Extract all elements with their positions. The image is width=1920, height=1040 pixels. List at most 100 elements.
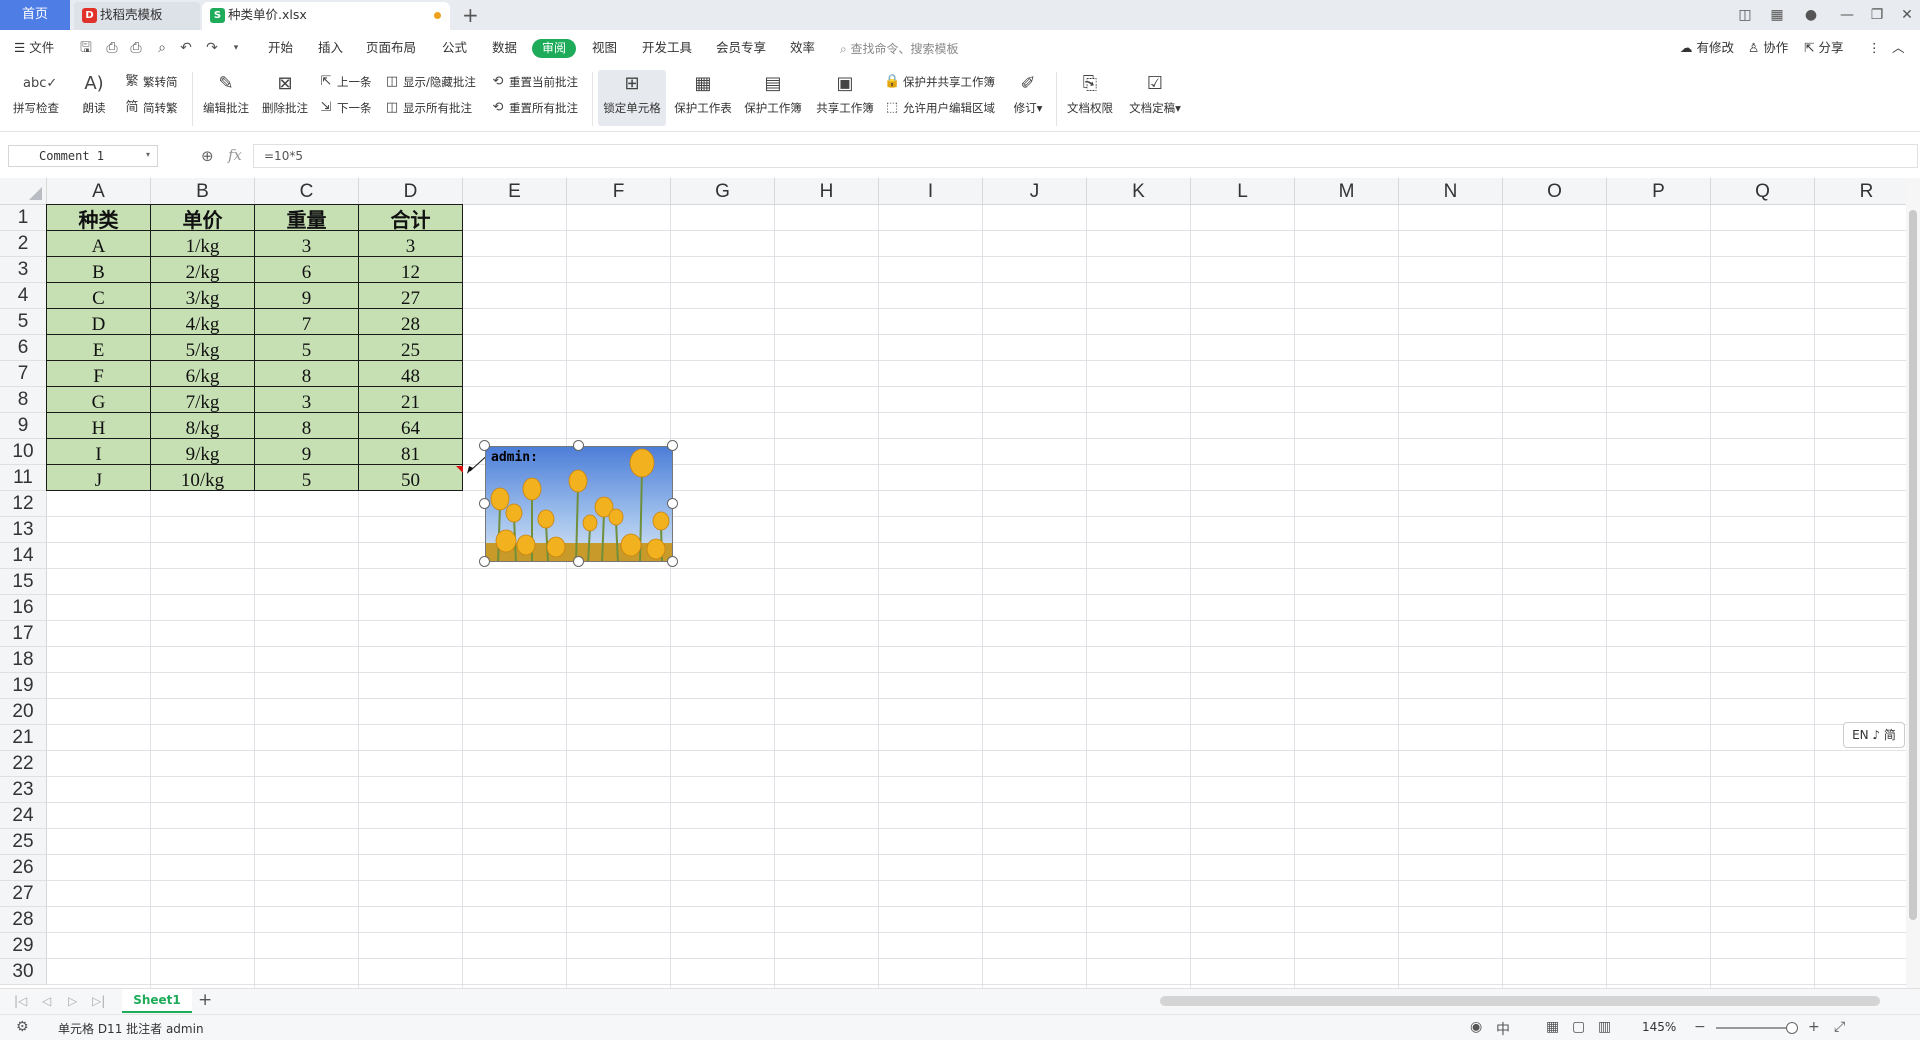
row-header-10[interactable]: 10 (0, 439, 47, 465)
row-header-30[interactable]: 30 (0, 959, 47, 985)
edit-comment-button[interactable]: ✎ 编辑批注 (200, 70, 252, 126)
table-cell[interactable]: G (47, 387, 151, 413)
menu-data[interactable]: 数据 (492, 39, 517, 57)
table-cell[interactable]: 2/kg (151, 257, 255, 283)
table-cell[interactable]: 4/kg (151, 309, 255, 335)
table-cell[interactable]: 8/kg (151, 413, 255, 439)
table-cell[interactable]: 12 (359, 257, 463, 283)
column-header-m[interactable]: M (1295, 178, 1399, 205)
resize-handle[interactable] (479, 440, 490, 451)
table-cell[interactable]: 27 (359, 283, 463, 309)
menu-insert[interactable]: 插入 (318, 39, 343, 57)
column-header-o[interactable]: O (1503, 178, 1607, 205)
table-cell[interactable]: J (47, 465, 151, 491)
eye-protection-icon[interactable]: ◉ (1470, 1019, 1482, 1035)
row-header-6[interactable]: 6 (0, 335, 47, 361)
print-icon[interactable]: ⎙ (128, 40, 144, 56)
row-header-1[interactable]: 1 (0, 205, 47, 231)
track-changes-button[interactable]: ✐ 修订▾ (1008, 70, 1048, 126)
protect-workbook-button[interactable]: ▤ 保护工作簿 (740, 70, 806, 126)
name-box[interactable]: Comment 1 (8, 145, 158, 167)
table-cell[interactable]: 28 (359, 309, 463, 335)
table-cell[interactable]: B (47, 257, 151, 283)
zoom-in-icon[interactable]: + (1808, 1019, 1820, 1035)
table-cell[interactable]: 9/kg (151, 439, 255, 465)
zoom-level[interactable]: 145% (1642, 1020, 1676, 1034)
row-header-16[interactable]: 16 (0, 595, 47, 621)
layout-icon[interactable]: ◫ (1734, 5, 1756, 25)
row-header-21[interactable]: 21 (0, 725, 47, 751)
share-workbook-button[interactable]: ▣ 共享工作簿 (812, 70, 878, 126)
add-sheet-button[interactable]: + (198, 990, 212, 1010)
table-cell[interactable]: 48 (359, 361, 463, 387)
trad-to-simp-button[interactable]: 繁繁转简 (124, 72, 177, 92)
menu-developer[interactable]: 开发工具 (642, 39, 692, 57)
prev-sheet-icon[interactable]: ◁ (42, 994, 51, 1008)
collaborate-button[interactable]: ♙ 协作 (1748, 39, 1788, 57)
row-header-7[interactable]: 7 (0, 361, 47, 387)
resize-handle[interactable] (479, 556, 490, 567)
quick-access-dropdown-icon[interactable]: ▾ (228, 40, 244, 56)
show-all-comments-button[interactable]: ◫ 显示所有批注 (384, 98, 472, 118)
table-cell[interactable]: A (47, 231, 151, 257)
export-pdf-icon[interactable]: ⎙ (104, 40, 120, 56)
delete-comment-button[interactable]: ⊠ 删除批注 (259, 70, 311, 126)
table-cell[interactable]: 64 (359, 413, 463, 439)
zoom-slider[interactable] (1716, 1027, 1792, 1029)
row-header-17[interactable]: 17 (0, 621, 47, 647)
menu-member[interactable]: 会员专享 (716, 39, 766, 57)
share-button[interactable]: ⇱ 分享 (1804, 39, 1843, 57)
tab-home[interactable]: 首页 (0, 0, 70, 30)
row-header-18[interactable]: 18 (0, 647, 47, 673)
column-header-i[interactable]: I (879, 178, 983, 205)
table-header-cell[interactable]: 单价 (151, 205, 255, 231)
column-header-a[interactable]: A (47, 178, 151, 205)
table-cell[interactable]: H (47, 413, 151, 439)
table-cell[interactable]: 5/kg (151, 335, 255, 361)
row-header-20[interactable]: 20 (0, 699, 47, 725)
name-box-dropdown-icon[interactable]: ▾ (146, 150, 150, 159)
row-header-24[interactable]: 24 (0, 803, 47, 829)
resize-handle[interactable] (479, 498, 490, 509)
table-cell[interactable]: 6/kg (151, 361, 255, 387)
column-header-b[interactable]: B (151, 178, 255, 205)
table-cell[interactable]: 7 (255, 309, 359, 335)
page-break-view-icon[interactable]: ▥ (1598, 1019, 1611, 1035)
table-cell[interactable]: 9 (255, 439, 359, 465)
resize-handle[interactable] (667, 556, 678, 567)
table-cell[interactable]: 50 (359, 465, 463, 491)
column-header-n[interactable]: N (1399, 178, 1503, 205)
next-comment-button[interactable]: ⇲ 下一条 (318, 98, 372, 118)
table-header-cell[interactable]: 合计 (359, 205, 463, 231)
column-header-f[interactable]: F (567, 178, 671, 205)
row-header-11[interactable]: 11 (0, 465, 47, 491)
row-header-12[interactable]: 12 (0, 491, 47, 517)
normal-view-icon[interactable]: ▦ (1546, 1019, 1559, 1035)
restore-icon[interactable]: ❐ (1866, 5, 1888, 25)
table-cell[interactable]: 81 (359, 439, 463, 465)
row-header-26[interactable]: 26 (0, 855, 47, 881)
table-cell[interactable]: 5 (255, 335, 359, 361)
zoom-slider-knob[interactable] (1786, 1022, 1798, 1034)
table-cell[interactable]: 8 (255, 361, 359, 387)
row-header-25[interactable]: 25 (0, 829, 47, 855)
avatar[interactable]: ● (1800, 5, 1822, 25)
spell-check-button[interactable]: abc✓ 拼写检查 (10, 70, 62, 126)
table-cell[interactable]: 6 (255, 257, 359, 283)
row-header-27[interactable]: 27 (0, 881, 47, 907)
row-header-23[interactable]: 23 (0, 777, 47, 803)
macro-icon[interactable]: ⚙ (16, 1019, 29, 1035)
new-tab-button[interactable]: + (462, 3, 479, 27)
table-cell[interactable]: D (47, 309, 151, 335)
next-sheet-icon[interactable]: ▷ (68, 994, 77, 1008)
undo-icon[interactable]: ↶ (178, 40, 194, 56)
ime-indicator[interactable]: EN ♪ 简 (1843, 722, 1905, 748)
table-cell[interactable]: 3 (255, 231, 359, 257)
column-header-j[interactable]: J (983, 178, 1087, 205)
reset-all-comments-button[interactable]: ⟲ 重置所有批注 (490, 98, 578, 118)
protect-share-workbook-button[interactable]: 🔒 保护并共享工作簿 (884, 72, 995, 92)
table-cell[interactable]: 1/kg (151, 231, 255, 257)
row-header-19[interactable]: 19 (0, 673, 47, 699)
column-header-c[interactable]: C (255, 178, 359, 205)
column-header-l[interactable]: L (1191, 178, 1295, 205)
